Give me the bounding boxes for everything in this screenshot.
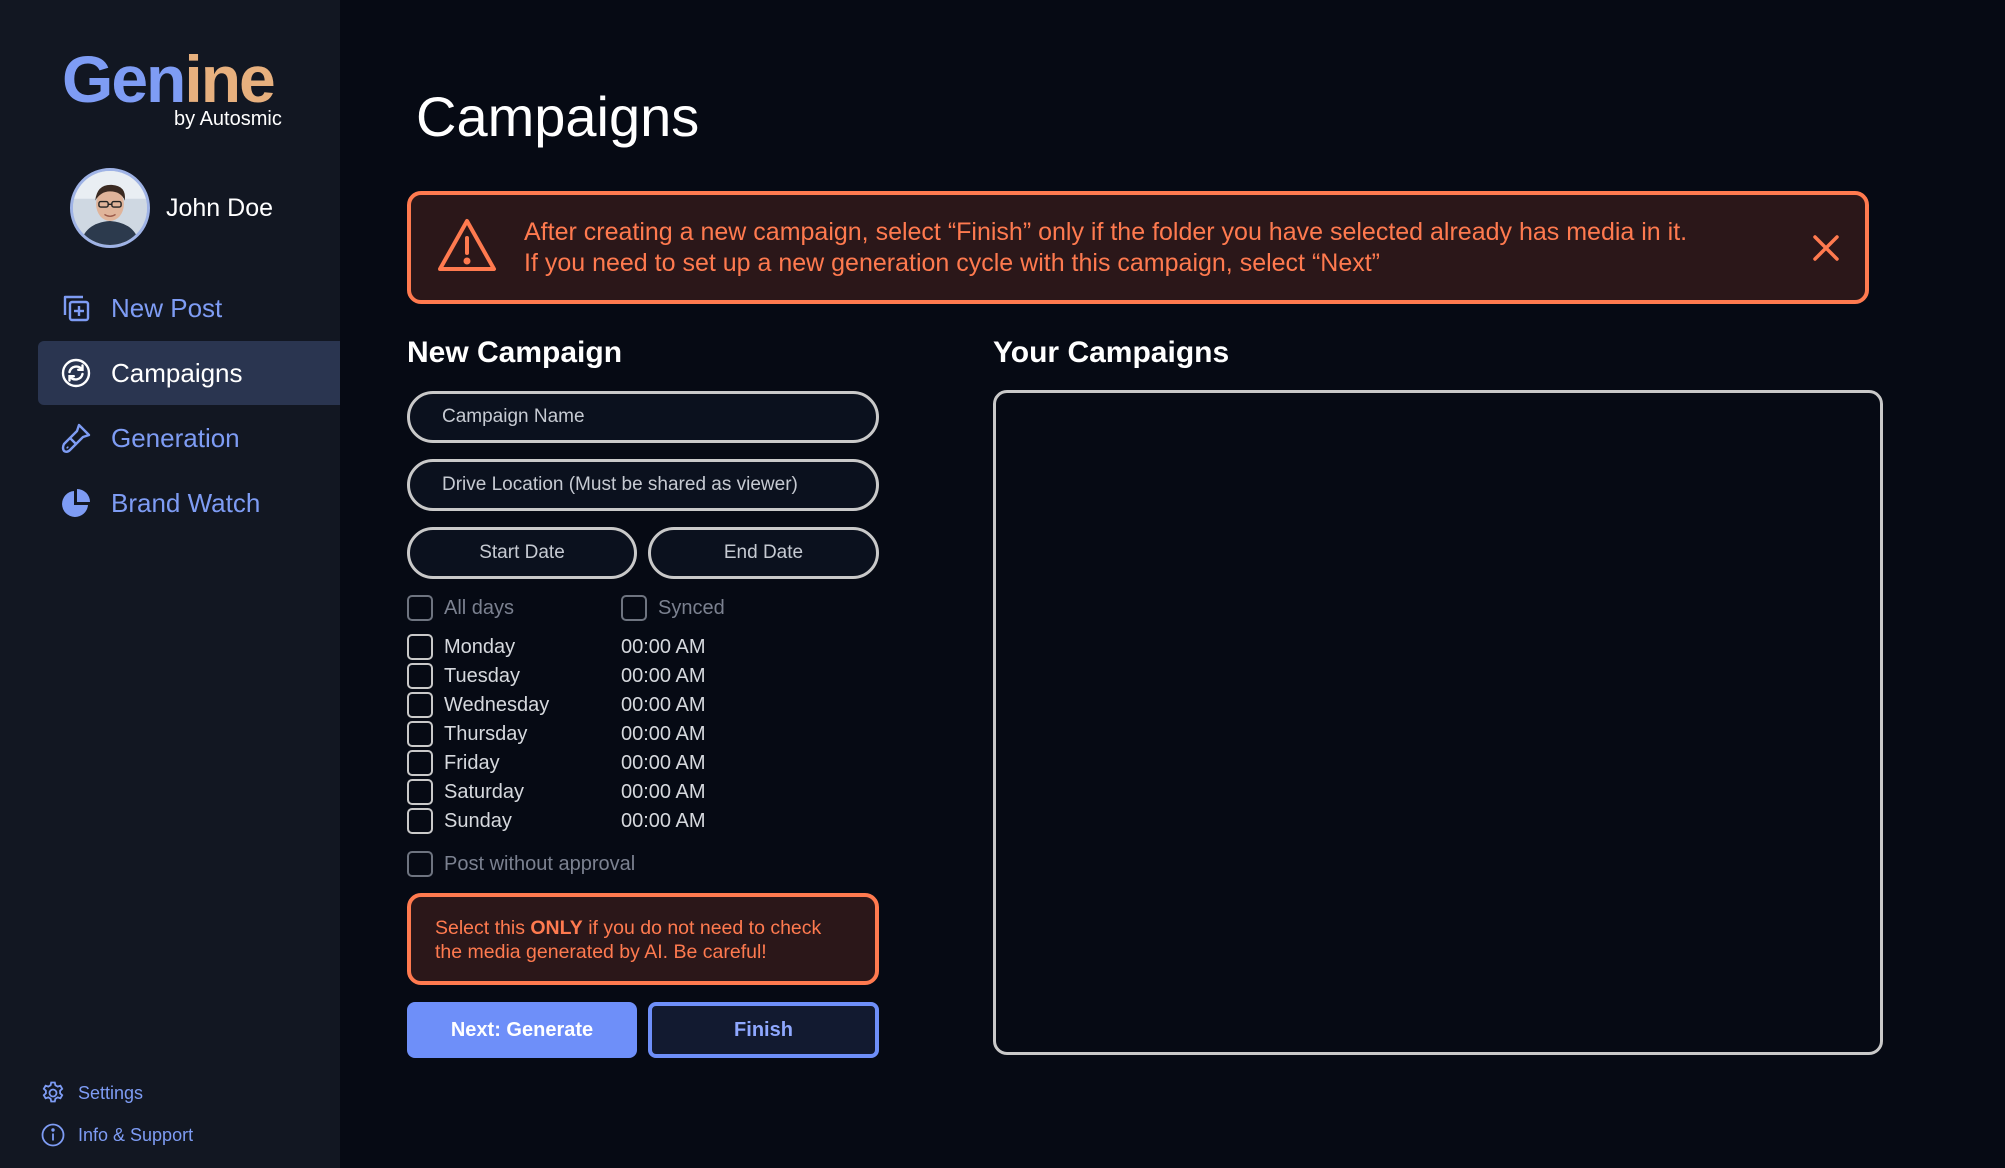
your-campaigns-title: Your Campaigns bbox=[993, 336, 1230, 369]
sidebar-item-brand-watch[interactable]: Brand Watch bbox=[38, 471, 340, 535]
day-time[interactable]: 00:00 AM bbox=[621, 636, 706, 659]
new-post-icon bbox=[58, 290, 94, 326]
all-days-label: All days bbox=[444, 597, 515, 619]
monday-checkbox[interactable] bbox=[407, 634, 433, 660]
user-name: John Doe bbox=[166, 193, 274, 222]
end-date-input[interactable]: End Date bbox=[648, 527, 879, 579]
friday-checkbox[interactable] bbox=[407, 750, 433, 776]
sidebar-item-label: Generation bbox=[111, 422, 240, 453]
sidebar-item-label: Brand Watch bbox=[111, 487, 261, 518]
warning-bold: ONLY bbox=[530, 917, 583, 939]
day-label: Thursday bbox=[444, 723, 528, 745]
logo[interactable]: Genine by Autosmic bbox=[62, 42, 292, 130]
info-support-label: Info & Support bbox=[78, 1124, 194, 1145]
synced-label: Synced bbox=[658, 597, 725, 619]
day-time[interactable]: 00:00 AM bbox=[621, 810, 706, 833]
all-days-checkbox[interactable] bbox=[407, 595, 433, 621]
settings-label: Settings bbox=[78, 1082, 144, 1103]
warning-suffix: if you do not need to check bbox=[582, 917, 822, 939]
next-generate-button[interactable]: Next: Generate bbox=[407, 1002, 637, 1058]
post-without-approval-checkbox[interactable] bbox=[407, 851, 433, 877]
page-title: Campaigns bbox=[416, 85, 700, 148]
approval-warning: Select this ONLY if you do not need to c… bbox=[407, 893, 879, 985]
info-icon bbox=[41, 1123, 65, 1147]
logo-gen: Gen bbox=[62, 42, 186, 116]
day-time[interactable]: 00:00 AM bbox=[621, 752, 706, 775]
settings-link[interactable]: Settings bbox=[40, 1072, 193, 1114]
alert-line-1: After creating a new campaign, select “F… bbox=[524, 218, 1688, 246]
finish-button[interactable]: Finish bbox=[648, 1002, 879, 1058]
start-date-input[interactable]: Start Date bbox=[407, 527, 637, 579]
info-support-link[interactable]: Info & Support bbox=[40, 1114, 193, 1156]
info-alert: After creating a new campaign, select “F… bbox=[407, 191, 1869, 304]
tuesday-checkbox[interactable] bbox=[407, 663, 433, 689]
campaign-name-input[interactable]: Campaign Name bbox=[407, 391, 879, 443]
brush-icon bbox=[58, 420, 94, 456]
warning-prefix: Select this bbox=[435, 917, 531, 939]
campaigns-icon bbox=[58, 355, 94, 391]
drive-location-input[interactable]: Drive Location (Must be shared as viewer… bbox=[407, 459, 879, 511]
day-time[interactable]: 00:00 AM bbox=[621, 781, 706, 804]
synced-checkbox[interactable] bbox=[621, 595, 647, 621]
gear-icon bbox=[42, 1081, 64, 1103]
sidebar-footer: Settings Info & Support bbox=[40, 1072, 193, 1156]
sidebar-item-generation[interactable]: Generation bbox=[38, 406, 340, 470]
campaigns-list[interactable] bbox=[993, 390, 1883, 1055]
user-profile[interactable]: John Doe bbox=[70, 168, 273, 248]
sidebar: Genine by Autosmic John Doe New Post Cam… bbox=[0, 0, 340, 1168]
avatar[interactable] bbox=[70, 168, 150, 248]
day-time[interactable]: 00:00 AM bbox=[621, 665, 706, 688]
sidebar-item-new-post[interactable]: New Post bbox=[38, 276, 340, 340]
day-time[interactable]: 00:00 AM bbox=[621, 694, 706, 717]
sidebar-item-label: Campaigns bbox=[111, 357, 243, 388]
alert-line-2: If you need to set up a new generation c… bbox=[524, 249, 1381, 277]
day-time[interactable]: 00:00 AM bbox=[621, 723, 706, 746]
wednesday-checkbox[interactable] bbox=[407, 692, 433, 718]
sidebar-item-label: New Post bbox=[111, 292, 223, 323]
sunday-checkbox[interactable] bbox=[407, 808, 433, 834]
day-label: Monday bbox=[444, 636, 516, 658]
sidebar-nav: New Post Campaigns Generation Brand Watc… bbox=[38, 276, 340, 536]
new-campaign-title: New Campaign bbox=[407, 336, 623, 369]
thursday-checkbox[interactable] bbox=[407, 721, 433, 747]
day-label: Sunday bbox=[444, 810, 512, 832]
day-label: Tuesday bbox=[444, 665, 520, 687]
warning-icon bbox=[438, 219, 496, 271]
logo-ine: ine bbox=[184, 42, 275, 116]
saturday-checkbox[interactable] bbox=[407, 779, 433, 805]
logo-byline: by Autosmic bbox=[174, 108, 282, 130]
warning-line-2: the media generated by AI. Be careful! bbox=[435, 941, 767, 963]
day-label: Friday bbox=[444, 752, 500, 774]
pie-chart-icon bbox=[58, 485, 94, 521]
day-label: Saturday bbox=[444, 781, 525, 803]
alert-message: After creating a new campaign, select “F… bbox=[524, 217, 1687, 279]
post-without-approval-label: Post without approval bbox=[444, 853, 636, 875]
sidebar-item-campaigns[interactable]: Campaigns bbox=[38, 341, 340, 405]
day-label: Wednesday bbox=[444, 694, 550, 716]
close-icon[interactable] bbox=[1809, 231, 1843, 265]
